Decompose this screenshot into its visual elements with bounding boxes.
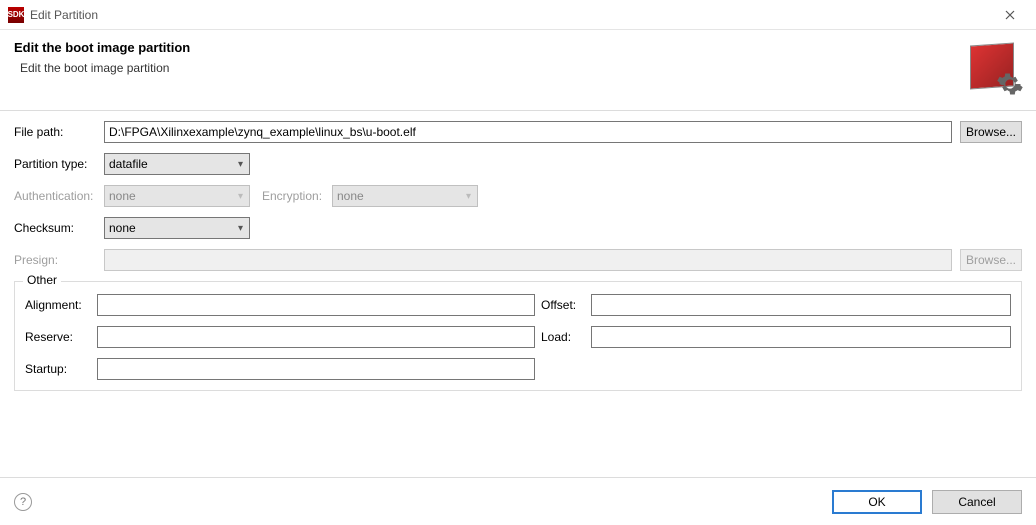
alignment-input[interactable] bbox=[97, 294, 535, 316]
partition-type-select[interactable]: datafile ▾ bbox=[104, 153, 250, 175]
partition-type-value: datafile bbox=[109, 157, 148, 171]
header-subtitle: Edit the boot image partition bbox=[20, 61, 966, 75]
gear-icon bbox=[996, 70, 1024, 98]
load-input[interactable] bbox=[591, 326, 1011, 348]
file-path-label: File path: bbox=[14, 125, 104, 139]
chevron-down-icon: ▾ bbox=[238, 159, 243, 170]
alignment-label: Alignment: bbox=[25, 298, 97, 312]
help-icon: ? bbox=[20, 496, 26, 508]
form-body: File path: Browse... Partition type: dat… bbox=[0, 111, 1036, 391]
encryption-select: none ▾ bbox=[332, 185, 478, 207]
close-icon bbox=[1005, 10, 1015, 20]
header-icon bbox=[966, 40, 1022, 96]
presign-label: Presign: bbox=[14, 253, 104, 267]
authentication-select: none ▾ bbox=[104, 185, 250, 207]
startup-input[interactable] bbox=[97, 358, 535, 380]
dialog-header: Edit the boot image partition Edit the b… bbox=[0, 30, 1036, 111]
chevron-down-icon: ▾ bbox=[238, 191, 243, 202]
app-icon: SDK bbox=[8, 7, 24, 23]
partition-type-label: Partition type: bbox=[14, 157, 104, 171]
header-title: Edit the boot image partition bbox=[14, 40, 966, 55]
checksum-label: Checksum: bbox=[14, 221, 104, 235]
chevron-down-icon: ▾ bbox=[238, 223, 243, 234]
startup-label: Startup: bbox=[25, 362, 97, 376]
other-group-title: Other bbox=[23, 273, 61, 287]
offset-label: Offset: bbox=[541, 298, 591, 312]
load-label: Load: bbox=[541, 330, 591, 344]
ok-button[interactable]: OK bbox=[832, 490, 922, 514]
cancel-button[interactable]: Cancel bbox=[932, 490, 1022, 514]
presign-browse-button: Browse... bbox=[960, 249, 1022, 271]
checksum-select[interactable]: none ▾ bbox=[104, 217, 250, 239]
close-button[interactable] bbox=[990, 1, 1030, 29]
other-group: Other Alignment: Offset: Reserve: Load: bbox=[14, 281, 1022, 391]
reserve-label: Reserve: bbox=[25, 330, 97, 344]
reserve-input[interactable] bbox=[97, 326, 535, 348]
chevron-down-icon: ▾ bbox=[466, 191, 471, 202]
encryption-value: none bbox=[337, 189, 364, 203]
dialog-footer: ? OK Cancel bbox=[0, 477, 1036, 525]
authentication-label: Authentication: bbox=[14, 189, 104, 203]
checksum-value: none bbox=[109, 221, 136, 235]
file-path-input[interactable] bbox=[104, 121, 952, 143]
offset-input[interactable] bbox=[591, 294, 1011, 316]
help-button[interactable]: ? bbox=[14, 493, 32, 511]
encryption-label: Encryption: bbox=[262, 189, 332, 203]
authentication-value: none bbox=[109, 189, 136, 203]
window-title: Edit Partition bbox=[30, 8, 98, 22]
titlebar: SDK Edit Partition bbox=[0, 0, 1036, 30]
browse-button[interactable]: Browse... bbox=[960, 121, 1022, 143]
presign-input bbox=[104, 249, 952, 271]
